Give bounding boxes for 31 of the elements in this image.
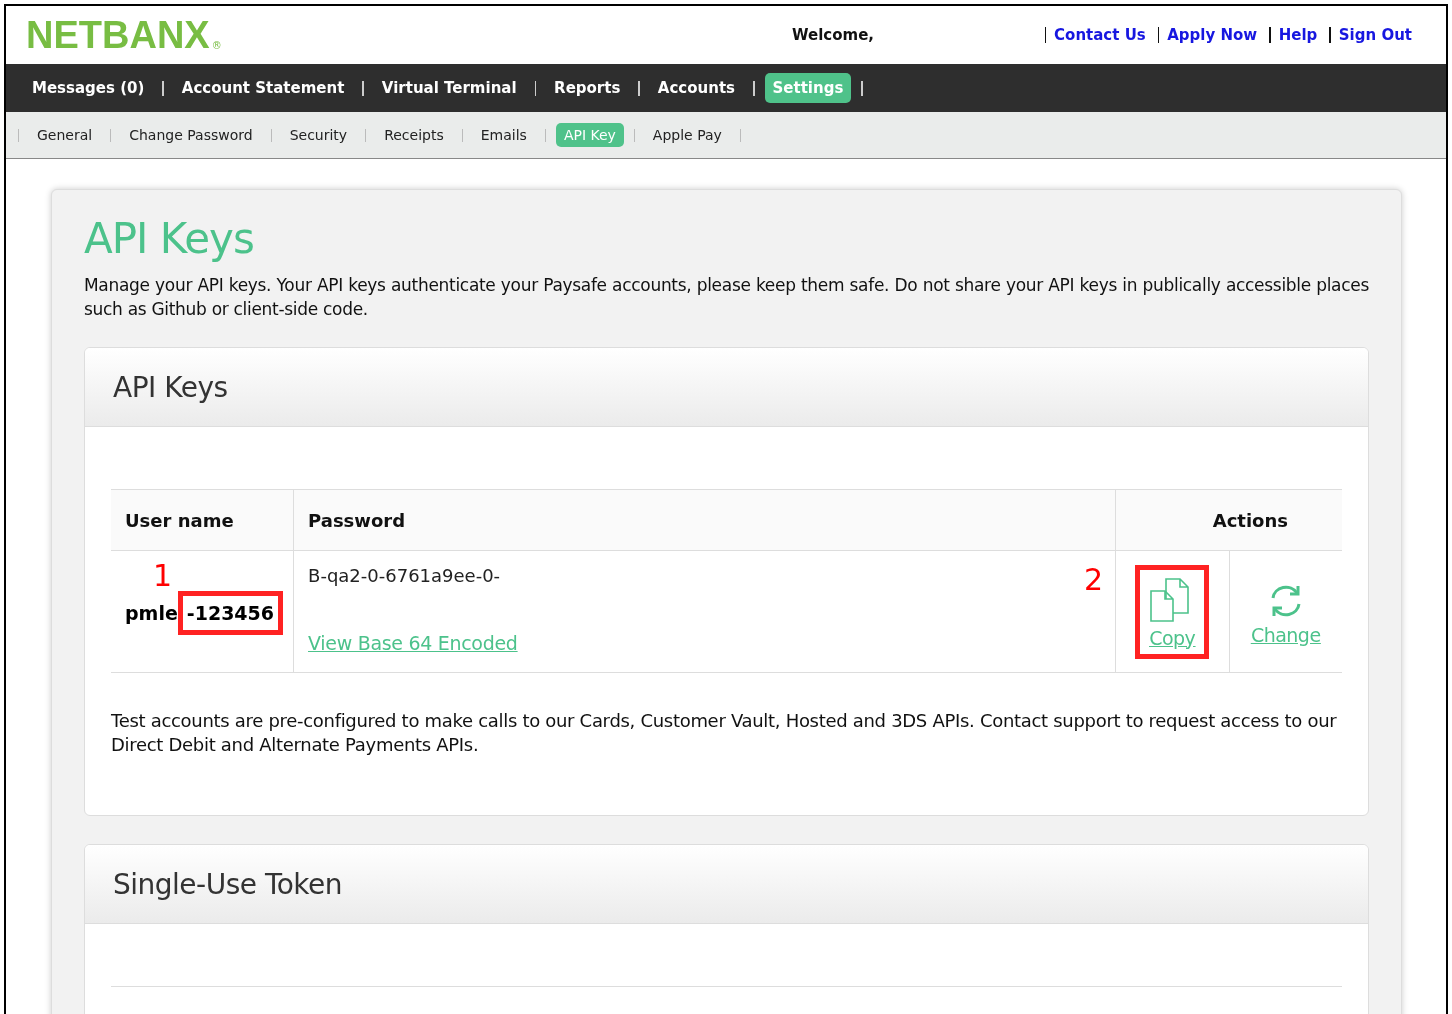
main-nav-tab[interactable]: Reports <box>546 73 629 103</box>
sub-nav-tab[interactable]: Security <box>281 123 356 147</box>
column-header: Password <box>293 489 1116 551</box>
header-link[interactable]: Sign Out <box>1338 26 1412 44</box>
main-nav-tab[interactable]: Accounts <box>649 73 743 103</box>
header-link[interactable]: Apply Now <box>1167 26 1258 44</box>
header-link[interactable]: Help <box>1278 26 1318 44</box>
test-accounts-note: Test accounts are pre-configured to make calls to our Cards, Customer Vault, Hosted and 3DS APIs. Contact support to request access to our Direct Debit and Alternate Payments APIs. <box>111 709 1338 757</box>
annotation-number: 1 <box>152 561 174 591</box>
password-text: B-qa2-0-6761a9ee-0- <box>308 565 501 586</box>
header-link[interactable]: Contact Us <box>1054 26 1146 44</box>
sub-nav-tab[interactable]: Change Password <box>121 123 261 147</box>
column-header: User name <box>111 489 294 551</box>
user-name-text: pmle <box>125 602 178 624</box>
column-header: Actions <box>1115 489 1342 551</box>
panel-title: Single-Use Token <box>113 867 343 901</box>
page-title: API Keys <box>84 214 255 263</box>
panel-title: API Keys <box>113 370 228 404</box>
page-description: Manage your API keys. Your API keys authenticate your Paysafe accounts, please keep them safe. Do not share your API keys in publically accessible places such as Github or client-side code. <box>84 274 1369 321</box>
annotation-number: 2 <box>1084 565 1104 595</box>
sub-nav-tab[interactable]: Apple Pay <box>644 123 730 147</box>
main-nav-tab[interactable]: Account Statement <box>173 73 353 103</box>
user-name-suffix: -123456 <box>177 591 284 635</box>
sub-nav-tab[interactable]: Emails <box>472 123 535 147</box>
main-nav-tab[interactable]: Messages (0) <box>24 73 153 103</box>
welcome-text: Welcome, <box>792 26 876 44</box>
sub-nav-tab[interactable]: General <box>29 123 101 147</box>
main-nav-tab[interactable]: Virtual Terminal <box>373 73 525 103</box>
netbanx-logo: NETBANX <box>26 13 210 57</box>
sub-nav-tab[interactable]: Receipts <box>376 123 452 147</box>
registered-mark: ® <box>211 39 222 51</box>
